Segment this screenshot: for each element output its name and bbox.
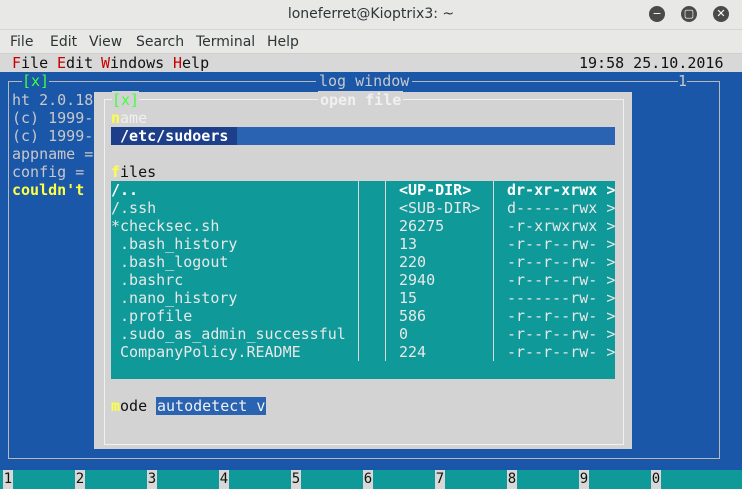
file-list-row[interactable]: .bash_history 13 -r--r--rw- >	[111, 235, 615, 253]
file-list-row[interactable]: .nano_history 15 -------rw- >	[111, 289, 615, 307]
menu-file[interactable]: File	[10, 34, 33, 50]
fkey-6[interactable]: 6	[363, 470, 373, 489]
file-permissions: -r--r--rw- >	[507, 235, 616, 253]
ht-menu-edit[interactable]: Edit	[57, 54, 93, 72]
file-size: 586	[399, 307, 427, 325]
file-name: .nano_history	[111, 289, 238, 307]
fkey-1[interactable]: 1	[3, 470, 13, 489]
log-window-number: 1	[678, 72, 688, 90]
file-list-row[interactable]: .bashrc 2940 -r--r--rw- >	[111, 271, 615, 289]
file-name: .bash_logout	[111, 253, 229, 271]
menu-search[interactable]: Search	[136, 34, 184, 50]
file-permissions: -r--r--rw- >	[507, 325, 616, 343]
log-window-close-box[interactable]: [x]	[22, 72, 50, 90]
file-size: 2940	[399, 271, 436, 289]
file-name: /..	[111, 181, 139, 199]
file-permissions: -r--r--rw- >	[507, 253, 616, 271]
filename-value: /etc/sudoers	[111, 127, 238, 145]
window-title: loneferret@Kioptrix3: ~	[287, 6, 455, 22]
fkey-3[interactable]: 3	[147, 470, 157, 489]
log-window-title: log window	[316, 72, 413, 90]
file-list-row[interactable]: CompanyPolicy.README 224 -r--r--rw- >	[111, 343, 615, 361]
menu-edit[interactable]: Edit	[50, 34, 77, 50]
ht-menu-file[interactable]: File	[12, 54, 48, 72]
file-name: .sudo_as_admin_successful	[111, 325, 346, 343]
file-permissions: -r--r--rw- >	[507, 307, 616, 325]
fkey-2[interactable]: 2	[75, 470, 85, 489]
maximize-icon[interactable]: ▢	[681, 6, 697, 22]
terminal-window: loneferret@Kioptrix3: ~ − ▢ ✕ File Edit …	[0, 0, 742, 489]
fkey-10[interactable]: 0	[651, 470, 661, 489]
file-size: 224	[399, 343, 427, 361]
fkey-8[interactable]: 8	[507, 470, 517, 489]
log-line: appname =	[12, 145, 94, 163]
menu-view[interactable]: View	[89, 34, 122, 50]
files-label: files	[111, 163, 157, 181]
name-label: name	[111, 109, 148, 127]
terminal-area[interactable]: File Edit Windows Help 19:58 25.10.2016 …	[0, 54, 742, 489]
title-bar[interactable]: loneferret@Kioptrix3: ~ − ▢ ✕	[0, 0, 742, 30]
ht-menu-help[interactable]: Help	[173, 54, 209, 72]
file-permissions: d------rwx >	[507, 199, 616, 217]
clock: 19:58 25.10.2016	[579, 54, 724, 72]
file-list-row[interactable]: .profile 586 -r--r--rw- >	[111, 307, 615, 325]
file-size: 15	[399, 289, 418, 307]
file-name: /.ssh	[111, 199, 157, 217]
dialog-close-box[interactable]: [x]	[112, 91, 140, 109]
filename-input[interactable]: /etc/sudoers	[111, 127, 615, 145]
log-line: ht 2.0.18	[12, 91, 94, 109]
menu-terminal[interactable]: Terminal	[196, 34, 255, 50]
fkey-5[interactable]: 5	[291, 470, 301, 489]
log-line-error: couldn't	[12, 181, 85, 199]
ht-menubar: File Edit Windows Help 19:58 25.10.2016	[0, 54, 742, 72]
file-list-row[interactable]: *checksec.sh 26275 -r-xrwxrwx >	[111, 217, 615, 235]
file-name: .profile	[111, 307, 193, 325]
file-list-row[interactable]: /.ssh <SUB-DIR> d------rwx >	[111, 199, 615, 217]
close-icon[interactable]: ✕	[713, 6, 729, 22]
file-permissions: -r--r--rw- >	[507, 343, 616, 361]
file-list-row-selected[interactable]: /.. <UP-DIR> dr-xr-xrwx >	[111, 181, 615, 199]
file-name: CompanyPolicy.README	[111, 343, 301, 361]
mode-label: mode	[111, 397, 148, 415]
file-size: 0	[399, 325, 409, 343]
mode-select[interactable]: autodetect v	[156, 397, 267, 415]
file-permissions: -r--r--rw- >	[507, 271, 616, 289]
fkey-4[interactable]: 4	[219, 470, 229, 489]
file-size: 13	[399, 235, 418, 253]
ht-menu-windows[interactable]: Windows	[101, 54, 164, 72]
fkey-7[interactable]: 7	[435, 470, 445, 489]
fkey-9[interactable]: 9	[579, 470, 589, 489]
log-line: (c) 1999-	[12, 109, 94, 127]
dialog-title: open file	[318, 91, 404, 109]
file-size: 26275	[399, 217, 445, 235]
file-permissions: -r-xrwxrwx >	[507, 217, 616, 235]
file-size: <SUB-DIR>	[399, 199, 481, 217]
file-name: *checksec.sh	[111, 217, 220, 235]
file-permissions: -------rw- >	[507, 289, 616, 307]
menu-help[interactable]: Help	[267, 34, 299, 50]
minimize-icon[interactable]: −	[649, 6, 665, 22]
file-list[interactable]: /.. <UP-DIR> dr-xr-xrwx > /.ssh <SUB-DIR> d--…	[111, 181, 615, 379]
file-name: .bashrc	[111, 271, 184, 289]
log-line: config =	[12, 163, 85, 181]
file-list-row[interactable]: .bash_logout 220 -r--r--rw- >	[111, 253, 615, 271]
file-list-row[interactable]: .sudo_as_admin_successful 0 -r--r--rw- >	[111, 325, 615, 343]
file-name: .bash_history	[111, 235, 238, 253]
log-line: (c) 1999-	[12, 127, 94, 145]
file-size: 220	[399, 253, 427, 271]
file-size: <UP-DIR>	[399, 181, 472, 199]
function-key-bar: 1 2 3 4 5 6 7 8 9 0	[0, 470, 742, 489]
file-permissions: dr-xr-xrwx >	[507, 181, 616, 199]
menubar: File Edit View Search Terminal Help	[0, 30, 742, 54]
